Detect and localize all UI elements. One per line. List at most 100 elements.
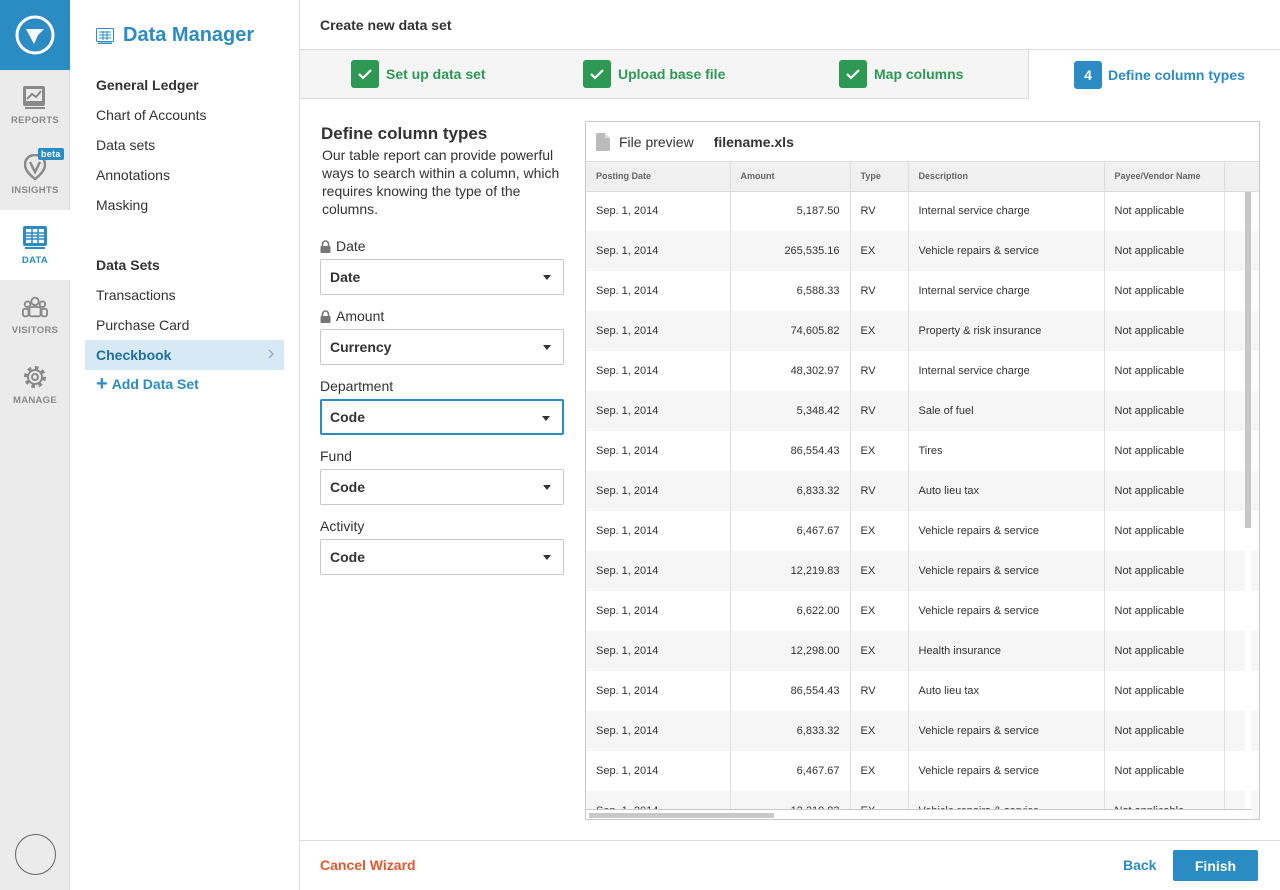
table-cell: RV xyxy=(850,191,909,231)
table-cell-overflow xyxy=(1224,351,1259,391)
table-row: Sep. 1, 2014 48,302.97 RV Internal service … xyxy=(586,351,1259,391)
sidebar-item-checkbook[interactable]: Checkbook xyxy=(85,340,284,370)
table-cell-overflow xyxy=(1224,551,1259,591)
step-label: Set up data set xyxy=(386,66,486,82)
step-map-columns[interactable]: Map columns xyxy=(789,50,1028,99)
table-row: Sep. 1, 2014 6,622.00 EX Vehicle repairs & … xyxy=(586,591,1259,631)
sidebar-item-data-sets[interactable]: Data sets xyxy=(96,137,155,153)
avatar[interactable] xyxy=(15,834,56,875)
table-cell: Not applicable xyxy=(1104,351,1225,391)
rail-item-visitors[interactable]: VISITORS xyxy=(0,280,70,350)
caret-down-icon xyxy=(543,275,551,280)
table-cell: Internal service charge xyxy=(908,191,1105,231)
add-data-set-link[interactable]: + Add Data Set xyxy=(96,374,199,394)
date-type-select[interactable]: Date xyxy=(320,259,564,295)
rail-item-manage[interactable]: MANAGE xyxy=(0,350,70,420)
cancel-wizard-button[interactable]: Cancel Wizard xyxy=(320,857,416,873)
table-cell: Sep. 1, 2014 xyxy=(586,391,731,431)
form-heading: Define column types xyxy=(321,124,488,143)
table-cell: RV xyxy=(850,671,909,711)
table-cell-overflow xyxy=(1224,431,1259,471)
table-cell: EX xyxy=(850,231,909,271)
table-cell: Vehicle repairs & service xyxy=(908,751,1105,791)
horizontal-scrollbar[interactable] xyxy=(586,809,1252,819)
table-cell: Internal service charge xyxy=(908,271,1105,311)
table-row: Sep. 1, 2014 6,833.32 EX Vehicle repairs & … xyxy=(586,711,1259,751)
table-row: Sep. 1, 2014 6,467.67 EX Vehicle repairs & … xyxy=(586,751,1259,791)
table-cell: Not applicable xyxy=(1104,711,1225,751)
vertical-scrollbar[interactable] xyxy=(1245,192,1251,811)
table-cell: Sep. 1, 2014 xyxy=(586,431,731,471)
column-header[interactable]: Description xyxy=(908,162,1105,192)
table-cell-overflow xyxy=(1224,751,1259,791)
step-upload-base-file[interactable]: Upload base file xyxy=(533,50,789,99)
check-icon xyxy=(351,60,379,88)
activity-type-select[interactable]: Code xyxy=(320,539,564,575)
table-cell: Health insurance xyxy=(908,631,1105,671)
column-header-overflow xyxy=(1224,162,1259,192)
sidebar-item-transactions[interactable]: Transactions xyxy=(96,287,176,303)
step-label: Map columns xyxy=(874,66,964,82)
table-cell: Not applicable xyxy=(1104,551,1225,591)
column-header[interactable]: Posting Date xyxy=(586,162,731,192)
table-cell: Not applicable xyxy=(1104,751,1225,791)
table-cell: Sep. 1, 2014 xyxy=(586,711,731,751)
amount-type-select[interactable]: Currency xyxy=(320,329,564,365)
table-cell: Not applicable xyxy=(1104,231,1225,271)
app-logo[interactable] xyxy=(0,0,70,70)
table-cell: EX xyxy=(850,511,909,551)
fund-type-select[interactable]: Code xyxy=(320,469,564,505)
table-cell: EX xyxy=(850,431,909,471)
column-header[interactable]: Payee/Vendor Name xyxy=(1104,162,1225,192)
wizard-footer: Cancel Wizard Back Finish xyxy=(300,840,1280,890)
table-cell: RV xyxy=(850,351,909,391)
table-cell: Sep. 1, 2014 xyxy=(586,231,731,271)
table-cell-overflow xyxy=(1224,471,1259,511)
table-cell: Sale of fuel xyxy=(908,391,1105,431)
table-row: Sep. 1, 2014 265,535.16 EX Vehicle repairs … xyxy=(586,231,1259,271)
lock-icon xyxy=(320,309,331,323)
main-panel: Create new data set Set up data set Uplo… xyxy=(300,0,1280,890)
table-cell: Sep. 1, 2014 xyxy=(586,471,731,511)
table-cell: Not applicable xyxy=(1104,591,1225,631)
field-label-activity: Activity xyxy=(320,518,365,534)
reports-icon xyxy=(22,84,48,110)
sidebar-item-purchase-card[interactable]: Purchase Card xyxy=(96,317,189,333)
department-type-select[interactable]: Code xyxy=(320,399,564,435)
rail-item-reports[interactable]: REPORTS xyxy=(0,70,70,140)
table-cell: EX xyxy=(850,631,909,671)
table-row: Sep. 1, 2014 5,187.50 RV Internal service c… xyxy=(586,191,1259,231)
scrollbar-thumb[interactable] xyxy=(1245,192,1251,528)
sidebar: Data Manager General Ledger Chart of Acc… xyxy=(70,0,300,890)
column-header[interactable]: Type xyxy=(850,162,909,192)
back-button[interactable]: Back xyxy=(1123,857,1156,873)
step-set-up-data-set[interactable]: Set up data set xyxy=(300,50,533,99)
table-cell-overflow xyxy=(1224,391,1259,431)
sidebar-item-chart-of-accounts[interactable]: Chart of Accounts xyxy=(96,107,207,123)
rail-item-insights[interactable]: beta INSIGHTS xyxy=(0,140,70,210)
table-cell: Sep. 1, 2014 xyxy=(586,551,731,591)
caret-down-icon xyxy=(543,345,551,350)
file-preview: File preview filename.xls Posting Date A… xyxy=(585,121,1260,820)
finish-button[interactable]: Finish xyxy=(1173,850,1258,881)
data-manager-icon xyxy=(96,27,114,44)
rail-item-data[interactable]: DATA xyxy=(0,210,70,280)
rail-label: VISITORS xyxy=(11,325,59,336)
table-row: Sep. 1, 2014 74,605.82 EX Property & risk i… xyxy=(586,311,1259,351)
sidebar-item-masking[interactable]: Masking xyxy=(96,197,148,213)
field-label-fund: Fund xyxy=(320,448,352,464)
scrollbar-thumb[interactable] xyxy=(589,813,774,818)
table-cell: Not applicable xyxy=(1104,671,1225,711)
table-row: Sep. 1, 2014 86,554.43 EX Tires Not applicab… xyxy=(586,431,1259,471)
table-cell: EX xyxy=(850,711,909,751)
step-define-column-types[interactable]: 4 Define column types xyxy=(1028,50,1280,99)
sidebar-item-annotations[interactable]: Annotations xyxy=(96,167,170,183)
column-header[interactable]: Amount xyxy=(730,162,851,192)
caret-down-icon xyxy=(543,555,551,560)
file-icon xyxy=(596,132,610,151)
table-cell: Sep. 1, 2014 xyxy=(586,271,731,311)
table-row: Sep. 1, 2014 6,588.33 RV Internal service c… xyxy=(586,271,1259,311)
table-cell: 5,348.42 xyxy=(730,391,851,431)
table-cell: 12,298.00 xyxy=(730,631,851,671)
wizard-steps: Set up data set Upload base file Map col… xyxy=(300,50,1280,99)
